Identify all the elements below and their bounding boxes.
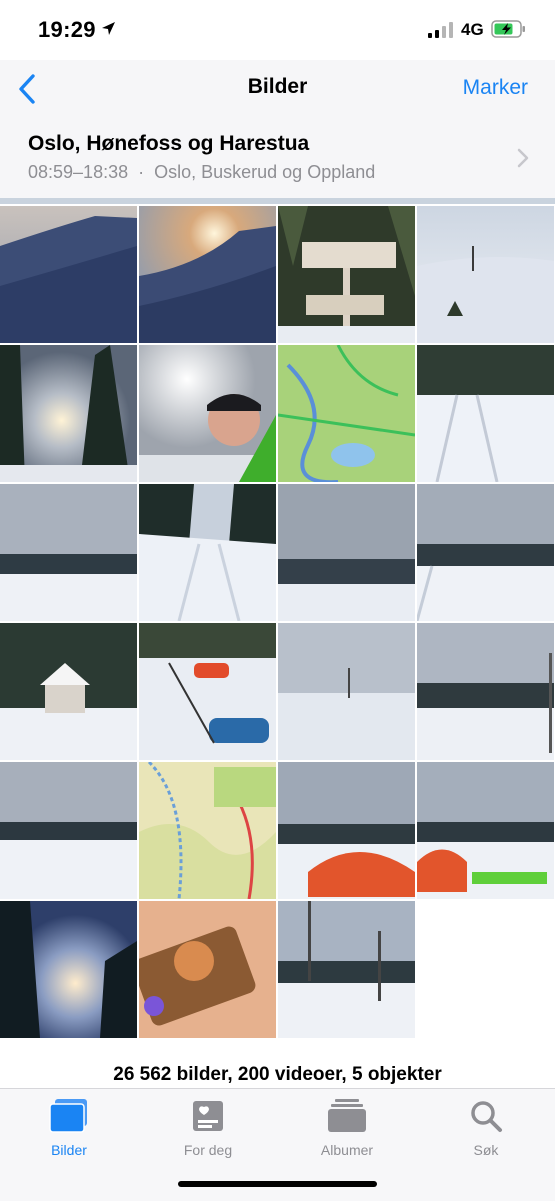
photo-thumbnail[interactable] bbox=[0, 484, 137, 621]
tab-label: Bilder bbox=[51, 1142, 87, 1158]
moment-separator: · bbox=[138, 162, 145, 182]
for-you-icon bbox=[193, 1101, 223, 1131]
moment-locations: Oslo, Buskerud og Oppland bbox=[154, 162, 376, 182]
photo-thumbnail[interactable] bbox=[139, 762, 276, 899]
photo-thumbnail[interactable] bbox=[139, 484, 276, 621]
search-icon bbox=[471, 1101, 502, 1132]
moment-title: Oslo, Hønefoss og Harestua bbox=[28, 132, 310, 155]
photo-thumbnail[interactable] bbox=[417, 623, 554, 760]
status-time: 19:29 bbox=[38, 17, 96, 42]
network-type: 4G bbox=[461, 20, 484, 39]
moment-header[interactable]: Oslo, Hønefoss og Harestua 08:59–18:38 · O… bbox=[0, 116, 555, 198]
photo-thumbnail[interactable] bbox=[417, 484, 554, 621]
signal-bars-icon bbox=[428, 22, 453, 38]
library-summary: 26 562 bilder, 200 videoer, 5 objekter bbox=[113, 1064, 442, 1085]
photo-thumbnail[interactable] bbox=[278, 345, 415, 482]
photo-thumbnail[interactable] bbox=[417, 206, 554, 343]
photo-thumbnail[interactable] bbox=[278, 762, 415, 899]
tab-albums[interactable]: Albumer bbox=[278, 1099, 416, 1158]
photo-thumbnail[interactable] bbox=[278, 623, 415, 760]
photo-thumbnail[interactable] bbox=[278, 484, 415, 621]
photo-thumbnail[interactable] bbox=[278, 901, 415, 1038]
tab-for-you[interactable]: For deg bbox=[139, 1099, 277, 1158]
photo-thumbnail[interactable] bbox=[0, 206, 137, 343]
photo-thumbnail[interactable] bbox=[139, 623, 276, 760]
photo-thumbnail[interactable] bbox=[278, 206, 415, 343]
albums-icon bbox=[328, 1099, 366, 1132]
photos-icon bbox=[49, 1099, 87, 1133]
home-indicator[interactable] bbox=[178, 1181, 377, 1187]
photo-thumbnail[interactable] bbox=[417, 762, 554, 899]
chevron-right-icon bbox=[517, 148, 529, 168]
moment-subtitle: 08:59–18:38 · Oslo, Buskerud og Oppland bbox=[28, 162, 375, 183]
tab-label: Søk bbox=[473, 1142, 499, 1158]
moment-time-range: 08:59–18:38 bbox=[28, 162, 129, 182]
tab-label: Albumer bbox=[320, 1142, 374, 1158]
photo-thumbnail[interactable] bbox=[139, 345, 276, 482]
partial-photo-row bbox=[0, 198, 555, 204]
photo-thumbnail[interactable] bbox=[0, 345, 137, 482]
back-button[interactable] bbox=[14, 73, 44, 105]
location-arrow-icon bbox=[102, 22, 115, 35]
select-button[interactable]: Marker bbox=[463, 76, 528, 100]
tab-search[interactable]: Søk bbox=[417, 1099, 555, 1158]
tab-label: For deg bbox=[183, 1142, 233, 1158]
photo-thumbnail[interactable] bbox=[139, 206, 276, 343]
photo-thumbnail[interactable] bbox=[417, 345, 554, 482]
photo-thumbnail[interactable] bbox=[0, 901, 137, 1038]
photo-thumbnail[interactable] bbox=[139, 901, 276, 1038]
status-bar: 19:29 4G bbox=[0, 0, 555, 60]
navigation-bar: Bilder Marker bbox=[0, 60, 555, 116]
tab-photos[interactable]: Bilder bbox=[0, 1099, 138, 1158]
photo-thumbnail[interactable] bbox=[0, 623, 137, 760]
chevron-left-icon bbox=[19, 74, 35, 104]
battery-charging-icon bbox=[491, 20, 525, 38]
photo-thumbnail[interactable] bbox=[0, 762, 137, 899]
